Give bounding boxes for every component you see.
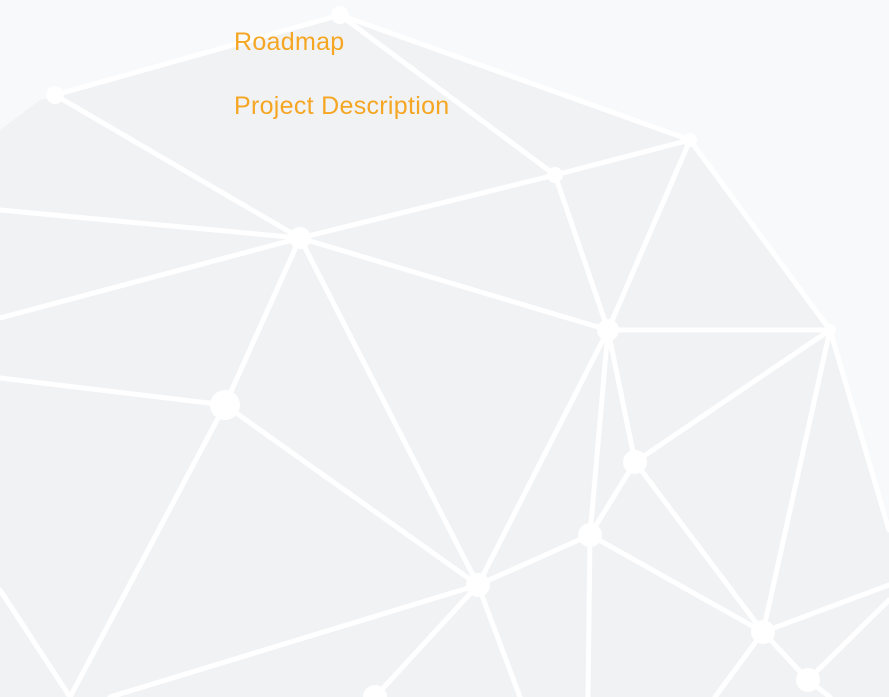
nav-menu: Roadmap Project Description bbox=[234, 22, 450, 126]
roadmap-link[interactable]: Roadmap bbox=[234, 22, 450, 62]
nav-item-roadmap: Roadmap bbox=[234, 22, 450, 62]
nav-item-project-description: Project Description bbox=[234, 86, 450, 126]
project-description-link[interactable]: Project Description bbox=[234, 86, 450, 126]
